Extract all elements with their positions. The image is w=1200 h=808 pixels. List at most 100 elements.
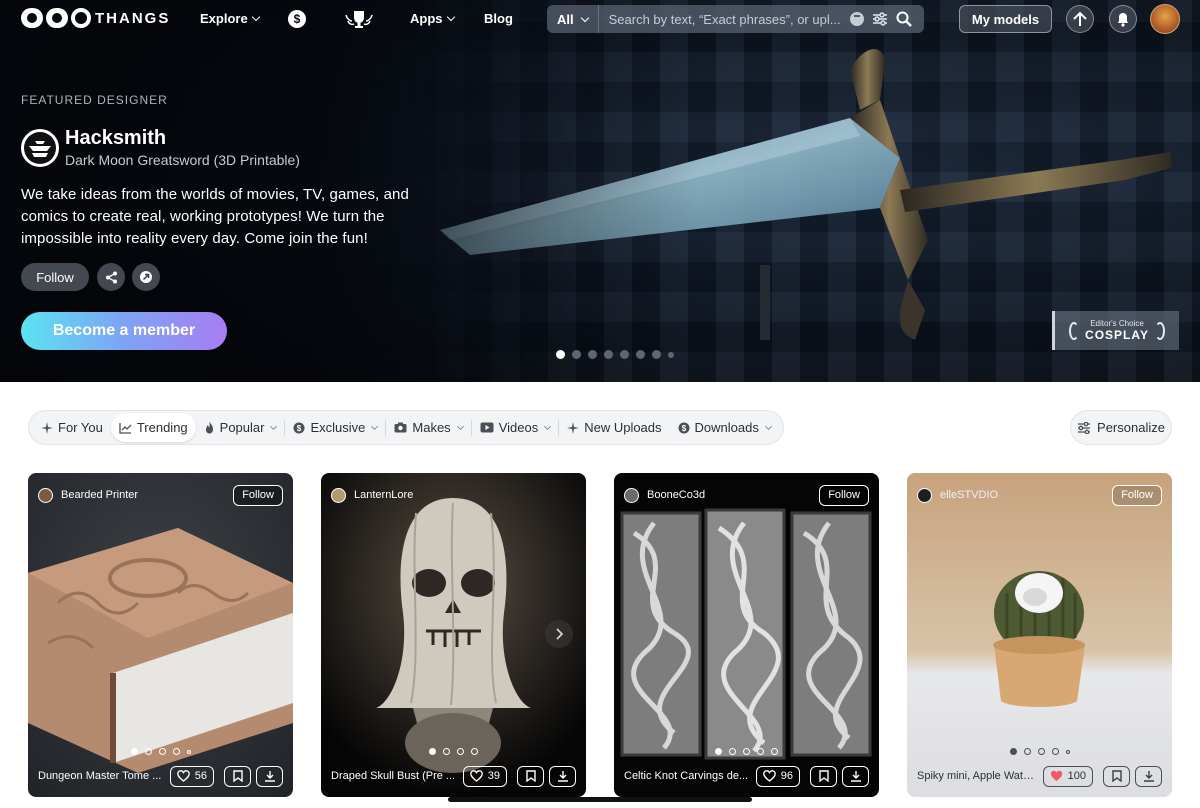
carousel-dot[interactable] (668, 351, 674, 358)
download-button[interactable] (256, 765, 283, 787)
download-icon (1143, 771, 1154, 782)
carousel-dot[interactable] (604, 350, 613, 359)
editors-choice-badge[interactable]: Editor's Choice COSPLAY (1052, 311, 1179, 350)
bell-icon[interactable] (1109, 5, 1137, 33)
download-icon (264, 771, 275, 782)
nav-explore[interactable]: Explore (200, 11, 260, 26)
brand-name[interactable]: THANGS (95, 10, 170, 27)
tab-new-uploads[interactable]: New Uploads (559, 413, 669, 442)
heart-icon (176, 770, 190, 782)
search-input[interactable] (598, 11, 844, 27)
image-carousel-dots (614, 748, 879, 755)
model-title[interactable]: Spiky mini, Apple Watc... (917, 770, 1043, 782)
download-button[interactable] (842, 765, 869, 787)
tab-for-you[interactable]: For You (33, 413, 111, 442)
download-button[interactable] (549, 765, 576, 787)
search-icon[interactable] (896, 11, 912, 27)
nav-apps[interactable]: Apps (410, 11, 455, 26)
carousel-dot[interactable] (471, 748, 478, 755)
designer-name[interactable]: Hacksmith (65, 127, 166, 150)
carousel-dot[interactable] (743, 748, 750, 755)
bookmark-button[interactable] (810, 765, 837, 787)
author-name[interactable]: Bearded Printer (61, 489, 233, 501)
model-title[interactable]: Dungeon Master Tome ... (38, 770, 170, 782)
carousel-dot[interactable] (443, 748, 450, 755)
author-avatar[interactable] (624, 487, 639, 503)
tab-trending[interactable]: Trending (110, 413, 196, 442)
carousel-dot[interactable] (620, 350, 629, 359)
carousel-dot[interactable] (1051, 748, 1059, 755)
logo-mark (71, 8, 91, 28)
dollar-coin-icon[interactable]: $ (286, 8, 308, 30)
my-models-button[interactable]: My models (959, 5, 1052, 33)
tab-downloads[interactable]: $ Downloads (670, 413, 779, 442)
carousel-dot[interactable] (1023, 748, 1031, 755)
next-image-button[interactable] (545, 620, 573, 648)
sparkle-icon (567, 421, 580, 434)
upload-icon[interactable] (1066, 5, 1094, 33)
upload-image-search-icon[interactable] (849, 12, 864, 26)
author-name[interactable]: BooneCo3d (647, 489, 819, 501)
sparkle-icon (41, 421, 53, 434)
thangs-logo[interactable] (21, 8, 91, 28)
carousel-dot[interactable] (715, 748, 722, 755)
horizontal-scrollbar[interactable] (448, 797, 752, 802)
follow-designer-button[interactable]: Follow (21, 263, 89, 291)
author-name[interactable]: LanternLore (354, 489, 576, 501)
model-card[interactable]: BooneCo3d Follow Celtic Knot Carvings de… (614, 473, 879, 797)
carousel-dot[interactable] (1009, 748, 1017, 755)
model-card[interactable]: elleSTVDIO Follow Spiky mini, Apple Watc… (907, 473, 1172, 797)
carousel-dot[interactable] (652, 350, 661, 359)
follow-button[interactable]: Follow (1112, 484, 1162, 506)
carousel-dot[interactable] (130, 748, 138, 755)
carousel-dot[interactable] (158, 748, 166, 755)
bookmark-button[interactable] (224, 765, 251, 787)
like-button[interactable]: 56 (169, 765, 214, 787)
tab-label: Popular (219, 420, 265, 435)
carousel-dot[interactable] (556, 350, 565, 359)
carousel-dot[interactable] (771, 748, 778, 755)
model-title[interactable]: Celtic Knot Carvings de... (624, 770, 756, 782)
author-avatar[interactable] (38, 487, 53, 503)
model-card[interactable]: Bearded Printer Follow Dungeon Master To… (28, 473, 293, 797)
author-avatar[interactable] (331, 487, 346, 503)
carousel-dot[interactable] (457, 748, 464, 755)
tab-popular[interactable]: Popular (196, 413, 285, 442)
designer-avatar[interactable] (21, 129, 59, 167)
download-button[interactable] (1135, 765, 1162, 787)
featured-model-name[interactable]: Dark Moon Greatsword (3D Printable) (65, 152, 300, 168)
like-button[interactable]: 96 (755, 765, 800, 787)
bookmark-button[interactable] (517, 765, 544, 787)
trophy-icon[interactable] (344, 8, 374, 30)
follow-button[interactable]: Follow (233, 484, 283, 506)
carousel-dot[interactable] (588, 350, 597, 359)
carousel-dot[interactable] (729, 748, 736, 755)
tab-makes[interactable]: Makes (386, 413, 470, 442)
carousel-dot[interactable] (1065, 749, 1070, 754)
carousel-dot[interactable] (172, 748, 180, 755)
model-title[interactable]: Draped Skull Bust (Pre ... (331, 770, 463, 782)
carousel-dot[interactable] (572, 350, 581, 359)
personalize-button[interactable]: Personalize (1070, 410, 1172, 445)
author-name[interactable]: elleSTVDIO (940, 489, 1112, 501)
user-avatar[interactable] (1150, 4, 1180, 34)
tab-exclusive[interactable]: $ Exclusive (285, 413, 385, 442)
carousel-dot[interactable] (144, 748, 152, 755)
carousel-dot[interactable] (429, 748, 436, 755)
bookmark-button[interactable] (1103, 765, 1130, 787)
become-member-button[interactable]: Become a member (21, 312, 227, 350)
like-button[interactable]: 100 (1042, 765, 1093, 787)
follow-button[interactable]: Follow (819, 484, 869, 506)
like-button[interactable]: 39 (462, 765, 507, 787)
search-scope-select[interactable]: All (547, 5, 599, 33)
tab-videos[interactable]: Videos (472, 413, 559, 442)
filter-sliders-icon[interactable] (872, 12, 888, 26)
carousel-dot[interactable] (636, 350, 645, 359)
nav-blog[interactable]: Blog (484, 11, 513, 26)
author-avatar[interactable] (917, 487, 932, 503)
carousel-dot[interactable] (757, 748, 764, 755)
carousel-dot[interactable] (186, 749, 191, 754)
share-icon[interactable] (97, 263, 125, 291)
open-external-icon[interactable] (132, 263, 160, 291)
carousel-dot[interactable] (1037, 748, 1045, 755)
